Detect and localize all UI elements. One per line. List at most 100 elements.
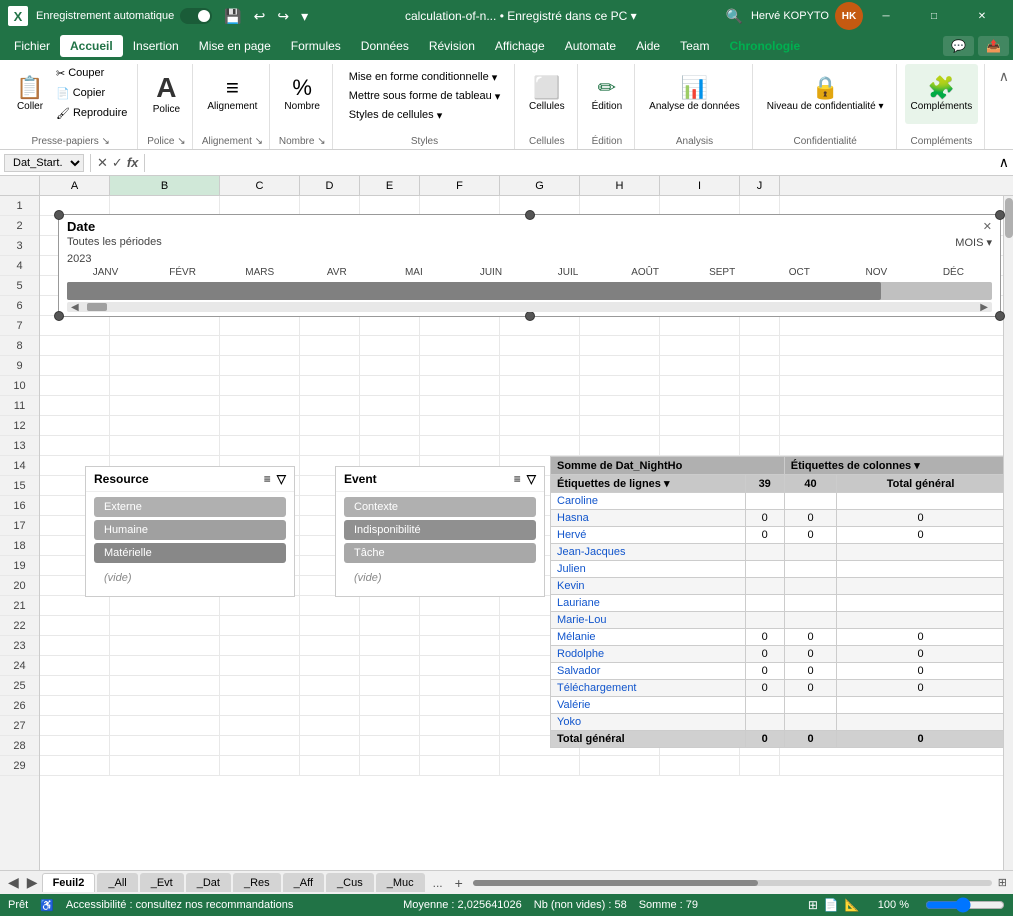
event-filter-funnel-icon[interactable]: ▽ (527, 472, 536, 486)
tab-feuil2[interactable]: Feuil2 (42, 873, 96, 892)
grid-cell[interactable] (740, 376, 780, 395)
grid-cell[interactable] (580, 396, 660, 415)
tableau-button[interactable]: Mettre sous forme de tableau ▾ (345, 87, 505, 105)
cells-area[interactable]: Date ✕ Toutes les périodes MOIS ▾ 2023 J… (40, 196, 1013, 870)
grid-cell[interactable] (580, 376, 660, 395)
quick-access-more[interactable]: ▾ (297, 6, 312, 27)
ribbon-expand-button[interactable]: ∧ (999, 68, 1009, 85)
menu-chronologie[interactable]: Chronologie (719, 35, 810, 57)
formula-cancel-icon[interactable]: ✕ (97, 155, 108, 171)
menu-accueil[interactable]: Accueil (60, 35, 123, 57)
v-scroll-thumb[interactable] (1005, 198, 1013, 238)
grid-cell[interactable] (110, 696, 220, 715)
name-box[interactable]: Dat_Start... (4, 154, 84, 172)
grid-cell[interactable] (420, 616, 500, 635)
grid-cell[interactable] (360, 376, 420, 395)
styles-cellules-button[interactable]: Styles de cellules ▾ (345, 106, 505, 124)
grid-cell[interactable] (300, 696, 360, 715)
resource-filter-funnel-icon[interactable]: ▽ (277, 472, 286, 486)
grid-row[interactable] (40, 376, 1013, 396)
grid-cell[interactable] (740, 196, 780, 215)
pivot-row-label[interactable]: Valérie (551, 697, 746, 714)
pivot-row-filter-icon[interactable]: ▾ (664, 478, 670, 490)
grid-cell[interactable] (300, 736, 360, 755)
grid-cell[interactable] (500, 436, 580, 455)
grid-cell[interactable] (110, 416, 220, 435)
grid-cell[interactable] (580, 436, 660, 455)
grid-cell[interactable] (500, 196, 580, 215)
grid-cell[interactable] (110, 716, 220, 735)
event-item-indisponibilite[interactable]: Indisponibilité (344, 520, 536, 540)
reproduire-button[interactable]: 🖌Reproduire (52, 104, 131, 122)
vertical-scrollbar[interactable] (1003, 196, 1013, 870)
coller-button[interactable]: 📋 Coller (10, 64, 50, 124)
grid-cell[interactable] (740, 356, 780, 375)
grid-cell[interactable] (420, 336, 500, 355)
tab-cus[interactable]: _Cus (326, 873, 374, 892)
add-sheet-button[interactable]: + (449, 873, 469, 893)
grid-cell[interactable] (740, 336, 780, 355)
grid-cell[interactable] (500, 416, 580, 435)
grid-cell[interactable] (300, 656, 360, 675)
tab-nav-right[interactable]: ▶ (23, 874, 42, 891)
menu-insertion[interactable]: Insertion (123, 35, 189, 57)
grid-cell[interactable] (500, 336, 580, 355)
grid-cell[interactable] (660, 196, 740, 215)
menu-donnees[interactable]: Données (351, 35, 419, 57)
tab-res[interactable]: _Res (233, 873, 281, 892)
grid-cell[interactable] (360, 716, 420, 735)
grid-cell[interactable] (110, 436, 220, 455)
tab-scroll-thumb[interactable] (473, 880, 758, 886)
grid-cell[interactable] (300, 636, 360, 655)
grid-cell[interactable] (220, 676, 300, 695)
tab-aff[interactable]: _Aff (283, 873, 324, 892)
grid-cell[interactable] (420, 656, 500, 675)
grid-cell[interactable] (110, 676, 220, 695)
grid-cell[interactable] (110, 196, 220, 215)
grid-cell[interactable] (40, 636, 110, 655)
grid-cell[interactable] (580, 316, 660, 335)
tab-evt[interactable]: _Evt (140, 873, 184, 892)
grid-cell[interactable] (220, 736, 300, 755)
pivot-row-label[interactable]: Mélanie (551, 629, 746, 646)
grid-cell[interactable] (420, 356, 500, 375)
maximize-button[interactable]: □ (911, 0, 957, 32)
formula-confirm-icon[interactable]: ✓ (112, 155, 123, 171)
search-icon[interactable]: 🔍 (722, 6, 747, 27)
pivot-row-label[interactable]: Lauriane (551, 595, 746, 612)
grid-cell[interactable] (740, 316, 780, 335)
grid-cell[interactable] (360, 316, 420, 335)
grid-cell[interactable] (420, 416, 500, 435)
redo-button[interactable]: ↪ (273, 6, 293, 27)
grid-cell[interactable] (40, 616, 110, 635)
nombre-button[interactable]: % Nombre (278, 64, 326, 124)
grid-cell[interactable] (740, 416, 780, 435)
grid-cell[interactable] (220, 756, 300, 775)
grid-cell[interactable] (40, 336, 110, 355)
grid-cell[interactable] (110, 316, 220, 335)
grid-cell[interactable] (580, 416, 660, 435)
grid-cell[interactable] (360, 616, 420, 635)
grid-cell[interactable] (660, 376, 740, 395)
grid-cell[interactable] (300, 436, 360, 455)
grid-cell[interactable] (580, 336, 660, 355)
grid-row[interactable] (40, 416, 1013, 436)
pivot-row-label[interactable]: Téléchargement (551, 680, 746, 697)
grid-cell[interactable] (360, 416, 420, 435)
grid-cell[interactable] (40, 316, 110, 335)
alignement-button[interactable]: ≡ Alignement (201, 64, 263, 124)
grid-cell[interactable] (420, 696, 500, 715)
grid-cell[interactable] (500, 356, 580, 375)
pivot-row-label[interactable]: Total général (551, 731, 746, 748)
tl-handle-bottom[interactable] (525, 311, 535, 321)
grid-cell[interactable] (220, 696, 300, 715)
minimize-button[interactable]: ─ (863, 0, 909, 32)
resource-filter[interactable]: Resource ≡ ▽ Externe Humaine Matérielle … (85, 466, 295, 597)
grid-cell[interactable] (40, 396, 110, 415)
resource-item-materielle[interactable]: Matérielle (94, 543, 286, 563)
grid-cell[interactable] (110, 356, 220, 375)
zoom-slider[interactable] (925, 897, 1005, 913)
grid-cell[interactable] (300, 376, 360, 395)
event-item-tache[interactable]: Tâche (344, 543, 536, 563)
grid-cell[interactable] (220, 376, 300, 395)
